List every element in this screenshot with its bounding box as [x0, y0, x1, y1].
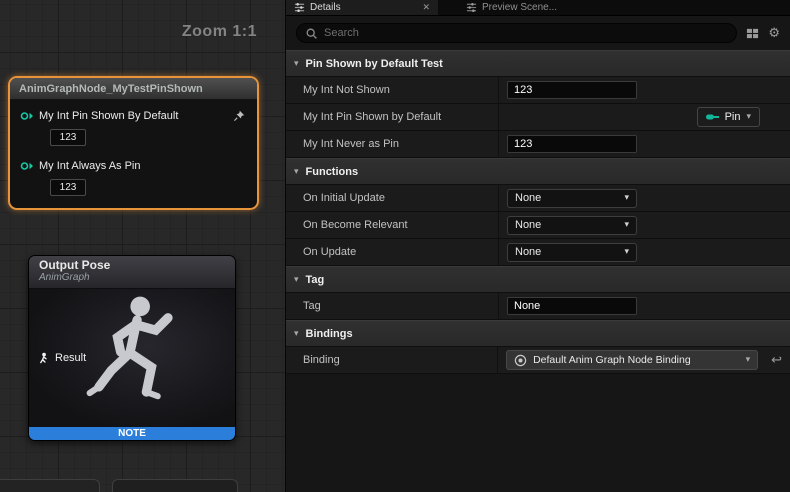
pin-label: My Int Pin Shown By Default: [39, 110, 178, 122]
search-box[interactable]: [296, 23, 737, 43]
int-pin-always-as-pin[interactable]: My Int Always As Pin: [20, 160, 140, 172]
dropdown-value: Pin: [725, 111, 741, 123]
int-pin-icon: [20, 111, 34, 121]
tab-details[interactable]: Details ✕: [286, 0, 438, 15]
panel-tab-bar: Details ✕ Preview Scene...: [286, 0, 790, 16]
preview-scene-icon: [466, 2, 477, 13]
function-dropdown[interactable]: None ▾: [507, 216, 637, 235]
property-label: Tag: [286, 293, 498, 319]
pose-pin-icon: [38, 352, 49, 364]
property-value-cell: None ▾: [498, 212, 790, 238]
pin-label: My Int Always As Pin: [39, 160, 140, 172]
pin-label: Result: [55, 352, 86, 364]
property-label: On Initial Update: [286, 185, 498, 211]
section-header-functions[interactable]: ▾ Functions: [286, 158, 790, 185]
property-row-my-int-never-as-pin: My Int Never as Pin 123: [286, 131, 790, 158]
node-fragment[interactable]: [112, 479, 238, 492]
details-toolbar: ⚙: [286, 16, 790, 50]
property-label: My Int Pin Shown by Default: [286, 104, 498, 130]
property-row-on-become-relevant: On Become Relevant None ▾: [286, 212, 790, 239]
property-row-on-update: On Update None ▾: [286, 239, 790, 266]
note-tag-bar[interactable]: NOTE: [29, 427, 235, 440]
settings-gear-icon[interactable]: ⚙: [768, 27, 780, 40]
property-value-cell: 123: [498, 131, 790, 157]
dropdown-value: Default Anim Graph Node Binding: [533, 354, 691, 366]
search-icon: [305, 27, 318, 40]
chevron-down-icon: ▾: [624, 220, 629, 230]
binding-icon: [514, 354, 527, 367]
int-text-input[interactable]: 123: [507, 135, 637, 153]
node-header: Output Pose AnimGraph: [29, 256, 235, 289]
property-row-my-int-pin-shown-by-default: My Int Pin Shown by Default Pin ▾: [286, 104, 790, 131]
function-dropdown[interactable]: None ▾: [507, 189, 637, 208]
property-value-cell: Default Anim Graph Node Binding ▾ ↩: [497, 347, 790, 373]
section-header-tag[interactable]: ▾ Tag: [286, 266, 790, 293]
mannequin-figure: [67, 291, 201, 425]
pin-icon: [706, 113, 719, 121]
chevron-down-icon: ▾: [294, 167, 299, 177]
int-pin-icon: [20, 161, 34, 171]
property-row-binding: Binding Default Anim Graph Node Binding …: [286, 347, 790, 374]
node-title: Output Pose: [39, 258, 235, 272]
node-title: AnimGraphNode_MyTestPinShown: [10, 78, 257, 100]
property-label: My Int Not Shown: [286, 77, 498, 103]
zoom-level-label: Zoom 1:1: [182, 23, 257, 41]
function-dropdown[interactable]: None ▾: [507, 243, 637, 262]
tab-preview-scene[interactable]: Preview Scene...: [458, 0, 565, 15]
chevron-down-icon: ▾: [294, 329, 299, 339]
property-row-my-int-not-shown: My Int Not Shown 123: [286, 77, 790, 104]
property-label: On Update: [286, 239, 498, 265]
display-filter-icon[interactable]: [746, 27, 759, 40]
int-pin-shown-by-default[interactable]: My Int Pin Shown By Default: [20, 110, 178, 122]
dropdown-value: None: [515, 219, 541, 231]
property-row-tag: Tag None: [286, 293, 790, 320]
pushpin-icon[interactable]: [233, 110, 245, 122]
node-subtitle: AnimGraph: [39, 272, 235, 283]
reset-to-default-icon[interactable]: ↩: [771, 353, 782, 368]
pin-visibility-dropdown[interactable]: Pin ▾: [697, 107, 760, 127]
int-text-input[interactable]: 123: [507, 81, 637, 99]
section-header-pin-shown-by-default-test[interactable]: ▾ Pin Shown by Default Test: [286, 50, 790, 77]
property-label: My Int Never as Pin: [286, 131, 498, 157]
details-panel: Details ✕ Preview Scene...: [285, 0, 790, 492]
tab-label: Details: [310, 2, 341, 13]
property-label: On Become Relevant: [286, 212, 498, 238]
tag-text-input[interactable]: None: [507, 297, 637, 315]
tab-label: Preview Scene...: [482, 2, 557, 13]
chevron-down-icon: ▾: [746, 112, 751, 122]
details-icon: [294, 2, 305, 13]
search-input[interactable]: [324, 27, 728, 39]
property-label: Binding: [286, 347, 497, 373]
section-title: Bindings: [306, 328, 353, 340]
unreal-editor: Zoom 1:1 AnimGraphNode_MyTestPinShown My…: [0, 0, 790, 492]
section-header-bindings[interactable]: ▾ Bindings: [286, 320, 790, 347]
chevron-down-icon: ▾: [294, 275, 299, 285]
property-value-cell: Pin ▾: [498, 104, 790, 130]
section-title: Pin Shown by Default Test: [306, 58, 443, 70]
node-fragment[interactable]: [0, 479, 100, 492]
chevron-down-icon: ▾: [624, 247, 629, 257]
chevron-down-icon: ▾: [624, 193, 629, 203]
property-row-on-initial-update: On Initial Update None ▾: [286, 185, 790, 212]
binding-dropdown[interactable]: Default Anim Graph Node Binding ▾: [506, 350, 758, 370]
dropdown-value: None: [515, 192, 541, 204]
chevron-down-icon: ▾: [294, 59, 299, 69]
anim-graph-test-node[interactable]: AnimGraphNode_MyTestPinShown My Int Pin …: [8, 76, 259, 210]
section-title: Tag: [306, 274, 325, 286]
result-pose-pin[interactable]: Result: [38, 352, 86, 364]
output-pose-node[interactable]: Output Pose AnimGraph: [28, 255, 236, 441]
property-value-cell: None ▾: [498, 185, 790, 211]
section-title: Functions: [306, 166, 359, 178]
property-value-cell: None: [498, 293, 790, 319]
anim-graph-canvas[interactable]: Zoom 1:1 AnimGraphNode_MyTestPinShown My…: [0, 0, 285, 492]
close-tab-icon[interactable]: ✕: [422, 2, 430, 13]
pin-value-input[interactable]: 123: [50, 129, 86, 146]
dropdown-value: None: [515, 246, 541, 258]
property-value-cell: 123: [498, 77, 790, 103]
property-value-cell: None ▾: [498, 239, 790, 265]
node-preview-thumbnail: Result: [29, 289, 235, 427]
chevron-down-icon: ▾: [746, 355, 751, 365]
pin-value-input[interactable]: 123: [50, 179, 86, 196]
